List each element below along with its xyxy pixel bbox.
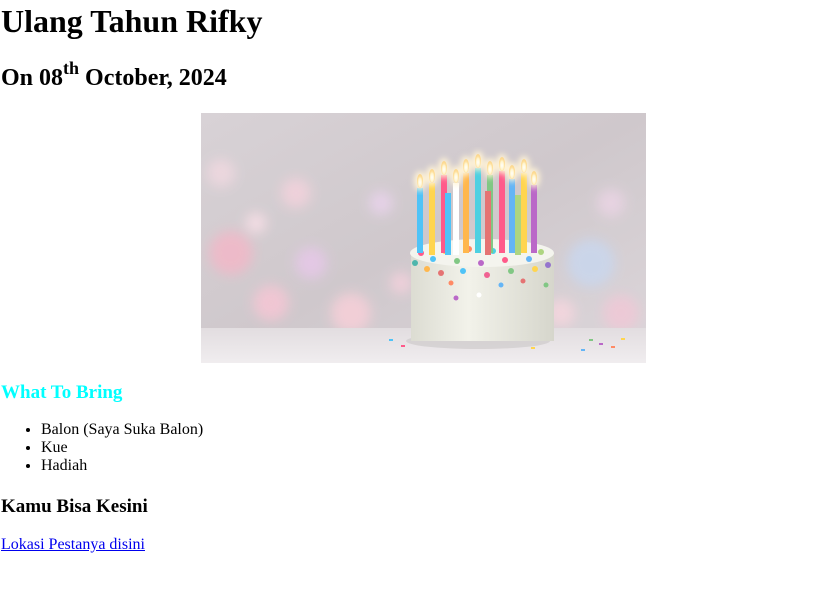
party-location-link[interactable]: Lokasi Pestanya disini xyxy=(1,535,145,555)
location-heading: Kamu Bisa Kesini xyxy=(1,496,148,517)
date-prefix: On 08 xyxy=(1,65,64,91)
page: Ulang Tahun Rifky On 08th October, 2024 xyxy=(0,0,820,611)
page-title: Ulang Tahun Rifky xyxy=(1,3,263,39)
what-to-bring-heading: What To Bring xyxy=(1,382,123,403)
date-rest: October, 2024 xyxy=(79,65,227,91)
bring-list: Balon (Saya Suka Balon) Kue Hadiah xyxy=(1,421,203,475)
list-item: Balon (Saya Suka Balon) xyxy=(41,421,203,439)
list-item: Hadiah xyxy=(41,457,203,475)
date-ordinal-suffix: th xyxy=(63,58,80,78)
birthday-cake-image xyxy=(201,113,646,363)
party-date: On 08th October, 2024 xyxy=(1,59,227,94)
list-item: Kue xyxy=(41,439,203,457)
